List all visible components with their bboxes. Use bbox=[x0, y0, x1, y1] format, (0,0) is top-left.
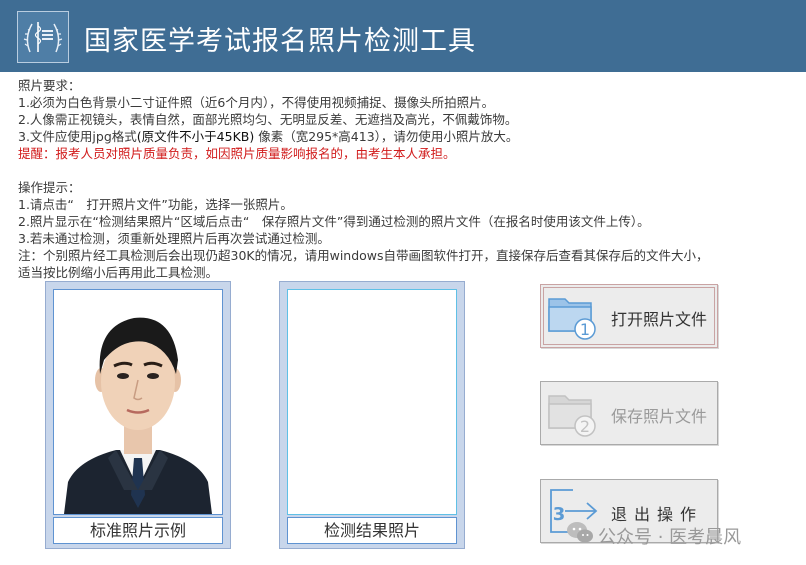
result-photo-caption: 检测结果照片 bbox=[287, 517, 457, 544]
step-line-1: 1.请点击“ 打开照片文件”功能，选择一张照片。 bbox=[18, 197, 293, 212]
note-line-1: 注：个别照片经工具检测后会出现仍超30K的情况，请用windows自带画图软件打… bbox=[18, 248, 709, 263]
result-photo-area bbox=[287, 289, 457, 515]
open-button-number: 1 bbox=[580, 320, 590, 339]
medical-exam-logo bbox=[17, 11, 69, 63]
sample-photo-caption: 标准照片示例 bbox=[53, 517, 223, 544]
warning-text: 提醒：报考人员对照片质量负责，如因照片质量影响报名的，由考生本人承担。 bbox=[18, 146, 456, 161]
folder-icon: 2 bbox=[547, 388, 603, 438]
sample-photo bbox=[53, 289, 223, 515]
requirement-line-3: 3.文件应使用jpg格式(原文件不小于45KB) 像素（宽295*高413），请… bbox=[18, 128, 518, 145]
step-line-3: 3.若未通过检测，须重新处理照片后再次尝试通过检测。 bbox=[18, 231, 330, 246]
folder-icon: 1 bbox=[547, 291, 603, 341]
open-photo-button[interactable]: 1 打开照片文件 bbox=[540, 284, 718, 348]
exit-button-number: 3 bbox=[553, 504, 566, 525]
title-bar: 国家医学考试报名照片检测工具 bbox=[0, 0, 806, 72]
requirement-line-3-tail: 像素（宽295*高413），请勿使用小照片放大。 bbox=[254, 129, 519, 144]
file-size-note: (原文件不小于45KB) bbox=[136, 129, 255, 144]
requirement-line-3-text: 3.文件应使用jpg格式 bbox=[18, 129, 137, 144]
watermark: 公众号 · 医考晨风 bbox=[566, 520, 741, 550]
exit-button-label: 退出操作 bbox=[611, 505, 704, 524]
wechat-icon bbox=[567, 522, 593, 543]
steps-heading: 操作提示： bbox=[18, 180, 81, 195]
app-title: 国家医学考试报名照片检测工具 bbox=[84, 26, 476, 57]
open-button-label: 打开照片文件 bbox=[611, 310, 708, 329]
save-photo-button[interactable]: 2 保存照片文件 bbox=[540, 381, 718, 445]
sample-photo-panel: 标准照片示例 bbox=[45, 281, 231, 549]
save-button-number: 2 bbox=[580, 417, 590, 436]
watermark-text: 公众号 · 医考晨风 bbox=[598, 527, 742, 548]
step-line-2: 2.照片显示在“检测结果照片“区域后点击“ 保存照片文件”得到通过检测的照片文件… bbox=[18, 214, 650, 229]
requirements-heading: 照片要求： bbox=[18, 78, 81, 93]
note-line-2: 适当按比例缩小后再用此工具检测。 bbox=[18, 265, 219, 280]
save-button-label: 保存照片文件 bbox=[611, 407, 708, 426]
result-photo-panel: 检测结果照片 bbox=[279, 281, 465, 549]
requirement-line-1: 1.必须为白色背景小二寸证件照（近6个月内），不得使用视频捕捉、摄像头所拍照片。 bbox=[18, 95, 495, 110]
requirement-line-2: 2.人像需正视镜头，表情自然，面部光照均匀、无明显反差、无遮挡及高光，不佩戴饰物… bbox=[18, 112, 518, 127]
